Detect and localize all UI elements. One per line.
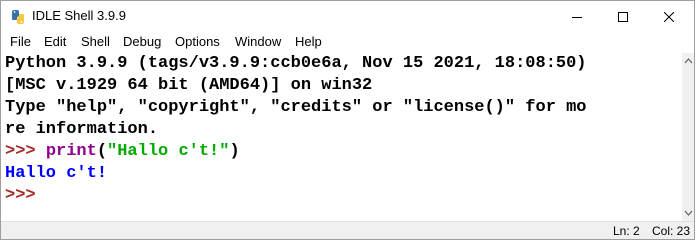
status-line: Ln: 2 bbox=[613, 224, 640, 238]
shell-text-area[interactable]: Python 3.9.9 (tags/v3.9.9:ccb0e6a, Nov 1… bbox=[1, 53, 682, 221]
title-bar[interactable]: IDLE Shell 3.9.9 bbox=[1, 1, 694, 32]
output-line: Hallo c't! bbox=[5, 164, 108, 183]
builtin-print: print bbox=[45, 142, 97, 161]
command-line: >>> print("Hallo c't!") bbox=[5, 141, 240, 162]
banner-line-2: [MSC v.1929 64 bit (AMD64)] on win32 bbox=[5, 76, 373, 95]
vertical-scrollbar[interactable] bbox=[682, 53, 694, 221]
shell-prompt: >>> bbox=[5, 142, 36, 161]
maximize-icon bbox=[618, 11, 628, 22]
maximize-button[interactable] bbox=[600, 1, 646, 32]
banner-line-4: re information. bbox=[5, 120, 159, 139]
idle-shell-window: IDLE Shell 3.9.9 File Edit Shell Debug O… bbox=[0, 0, 695, 240]
string-literal: "Hallo c't!" bbox=[107, 142, 230, 161]
menu-file[interactable]: File bbox=[10, 34, 31, 49]
status-column: Col: 23 bbox=[652, 224, 691, 238]
menu-bar: File Edit Shell Debug Options Window Hel… bbox=[1, 32, 694, 53]
scroll-down-icon[interactable] bbox=[684, 209, 693, 217]
shell-prompt-current: >>> bbox=[5, 186, 36, 205]
menu-options[interactable]: Options bbox=[175, 34, 220, 49]
window-title: IDLE Shell 3.9.9 bbox=[32, 8, 126, 23]
banner-line-1: Python 3.9.9 (tags/v3.9.9:ccb0e6a, Nov 1… bbox=[5, 54, 587, 73]
close-paren: ) bbox=[229, 142, 240, 161]
menu-shell[interactable]: Shell bbox=[81, 34, 110, 49]
menu-edit[interactable]: Edit bbox=[44, 34, 66, 49]
close-button[interactable] bbox=[646, 1, 692, 32]
menu-help[interactable]: Help bbox=[295, 34, 322, 49]
open-paren: ( bbox=[96, 142, 108, 161]
scroll-up-icon[interactable] bbox=[684, 57, 693, 65]
banner-line-3: Type "help", "copyright", "credits" or "… bbox=[5, 98, 587, 117]
menu-window[interactable]: Window bbox=[235, 34, 281, 49]
menu-debug[interactable]: Debug bbox=[123, 34, 161, 49]
status-bar: Ln: 2 Col: 23 bbox=[1, 221, 694, 239]
python-feather-icon bbox=[12, 10, 24, 24]
minimize-button[interactable] bbox=[554, 1, 600, 32]
minimize-icon bbox=[572, 16, 582, 18]
close-icon bbox=[664, 11, 674, 22]
